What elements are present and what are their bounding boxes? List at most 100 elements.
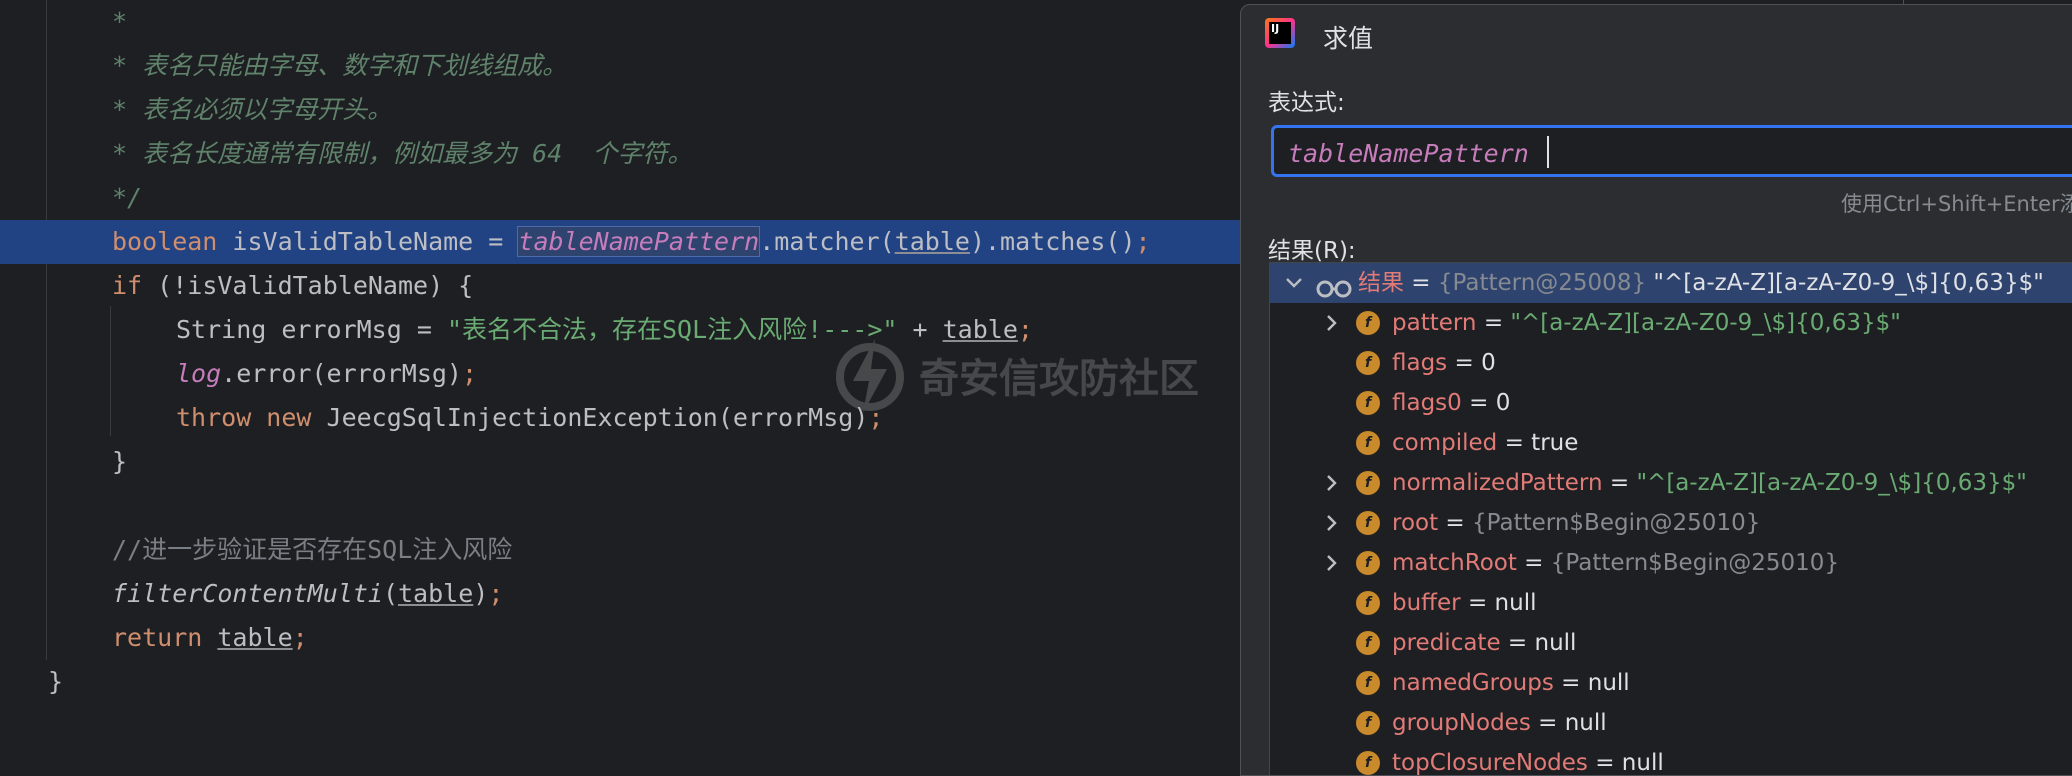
field-row[interactable]: f flags0 = 0 [1270, 383, 2072, 423]
result-root-row[interactable]: 结果 = {Pattern@25008} "^[a-zA-Z][a-zA-Z0-… [1270, 263, 2072, 303]
field-row[interactable]: f root = {Pattern$Begin@25010} [1270, 503, 2072, 543]
field-row[interactable]: f namedGroups = null [1270, 663, 2072, 703]
field-value: 0 [1495, 390, 1511, 416]
field-value: 0 [1481, 350, 1496, 376]
field-name: namedGroups [1392, 670, 1554, 696]
code-line-current[interactable]: boolean isValidTableName = tableNamePatt… [0, 220, 1245, 264]
semicolon: ; [461, 359, 478, 388]
doc-comment: * 表名长度通常有限制，例如最多为 64 个字符。 [112, 139, 693, 168]
equals-sign: = [1553, 670, 1588, 696]
brace: } [48, 667, 64, 696]
field-row[interactable]: f groupNodes = null [1270, 703, 2072, 743]
field-text: normalizedPattern = "^[a-zA-Z][a-zA-Z0-9… [1392, 463, 2027, 503]
chevron-right-icon[interactable] [1320, 543, 1344, 583]
code-line-log: log.error(errorMsg); [0, 352, 1245, 396]
field-name: buffer [1392, 590, 1461, 616]
code-line-brace: } [0, 440, 1245, 484]
field-text: pattern = "^[a-zA-Z][a-zA-Z0-9_\$]{0,63}… [1392, 303, 1901, 343]
variable-ref[interactable]: table [217, 623, 292, 652]
method-call[interactable]: filterContentMulti [112, 579, 383, 608]
type-value: {Pattern@25008} [1437, 270, 1654, 296]
field-text: flags = 0 [1392, 343, 1496, 383]
field-row[interactable]: f compiled = true [1270, 423, 2072, 463]
chevron-right-icon[interactable] [1320, 503, 1344, 543]
result-tree[interactable]: 结果 = {Pattern@25008} "^[a-zA-Z][a-zA-Z0-… [1269, 262, 2072, 776]
code-text: (!isValidTableName) { [142, 271, 474, 300]
code-text: .error(errorMsg) [221, 359, 462, 388]
field-name: root [1392, 510, 1439, 536]
type-value: {Pattern$Begin@25010} [1472, 510, 1761, 536]
line-comment: //进一步验证是否存在SQL注入风险 [112, 535, 513, 564]
field-row[interactable]: f predicate = null [1270, 623, 2072, 663]
field-name: predicate [1392, 630, 1501, 656]
expression-field[interactable] [1271, 125, 2072, 177]
code-line-2: * 表名只能由字母、数字和下划线组成。 [0, 44, 1245, 88]
equals-sign: = [1500, 630, 1535, 656]
code-line-4: * 表名长度通常有限制，例如最多为 64 个字符。 [0, 132, 1245, 176]
chevron-right-icon[interactable] [1320, 463, 1344, 503]
expression-input[interactable] [1286, 134, 2070, 172]
field-value: true [1531, 430, 1579, 456]
field-row[interactable]: f pattern = "^[a-zA-Z][a-zA-Z0-9_\$]{0,63… [1270, 303, 2072, 343]
field-row[interactable]: f flags = 0 [1270, 343, 2072, 383]
doc-comment: * [112, 7, 128, 36]
intellij-icon: IJ [1265, 18, 1295, 48]
doc-comment: * 表名必须以字母开头。 [112, 95, 393, 124]
selected-field[interactable]: tableNamePattern [517, 226, 761, 257]
equals-sign: = [1476, 310, 1511, 336]
semicolon: ; [292, 623, 308, 652]
field-value: null [1621, 750, 1664, 776]
code-line-string: String errorMsg = "表名不合法，存在SQL注入风险!--->"… [0, 308, 1245, 352]
dialog-titlebar[interactable]: IJ 求值 [1241, 5, 2072, 63]
field-icon: f [1356, 311, 1380, 335]
code-text: isValidTableName = [217, 227, 519, 256]
equals-sign: = [1602, 470, 1637, 496]
equals-sign: = [1447, 350, 1482, 376]
code-editor[interactable]: * * 表名只能由字母、数字和下划线组成。 * 表名必须以字母开头。 * 表名长… [0, 0, 1245, 760]
type-value: {Pattern$Begin@25010} [1550, 550, 1840, 576]
semicolon: ; [1135, 227, 1151, 256]
string-literal: "表名不合法，存在SQL注入风险!--->" [446, 315, 898, 344]
field-row[interactable]: f matchRoot = {Pattern$Begin@25010} [1270, 543, 2072, 583]
evaluate-dialog: IJ 求值 表达式: 使用Ctrl+Shift+Enter添 结果(R): 结果… [1240, 4, 2072, 776]
variable-ref[interactable]: table [895, 227, 970, 256]
code-line-end: } [0, 660, 1245, 704]
code-text: ) [473, 579, 489, 608]
field-icon: f [1356, 391, 1380, 415]
field-text: namedGroups = null [1392, 663, 1630, 703]
semicolon: ; [1017, 315, 1033, 344]
field-text: 结果 = {Pattern@25008} "^[a-zA-Z][a-zA-Z0-… [1358, 263, 2044, 303]
glasses-icon [1316, 272, 1352, 298]
field-value: null [1587, 670, 1630, 696]
chevron-right-icon[interactable] [1320, 303, 1344, 343]
code-line-filter: filterContentMulti(table); [0, 572, 1245, 616]
field-name: flags [1392, 350, 1448, 376]
field-icon: f [1356, 591, 1380, 615]
field-ref[interactable]: log [176, 359, 221, 388]
equals-sign: = [1530, 710, 1565, 736]
code-text: ).matches() [969, 227, 1136, 256]
field-icon: f [1356, 471, 1380, 495]
field-icon: f [1356, 631, 1380, 655]
field-row[interactable]: f buffer = null [1270, 583, 2072, 623]
field-text: predicate = null [1392, 623, 1576, 663]
field-row[interactable]: f normalizedPattern = "^[a-zA-Z][a-zA-Z0-… [1270, 463, 2072, 503]
code-line-throw: throw new JeecgSqlInjectionException(err… [0, 396, 1245, 440]
code-text: + [897, 315, 943, 344]
doc-comment: * 表名只能由字母、数字和下划线组成。 [112, 51, 568, 80]
field-name: groupNodes [1392, 710, 1531, 736]
keyword: if [112, 271, 143, 300]
expression-label: 表达式: [1268, 90, 1345, 116]
field-text: compiled = true [1392, 423, 1578, 463]
field-icon: f [1356, 511, 1380, 535]
semicolon: ; [868, 403, 884, 432]
code-text: ( [382, 579, 398, 608]
field-value: null [1534, 630, 1577, 656]
field-icon: f [1356, 351, 1380, 375]
variable-ref[interactable]: table [398, 579, 473, 608]
field-icon: f [1356, 711, 1380, 735]
variable-ref[interactable]: table [943, 315, 1018, 344]
chevron-down-icon[interactable] [1282, 263, 1306, 303]
code-line-1: * [0, 0, 1245, 44]
